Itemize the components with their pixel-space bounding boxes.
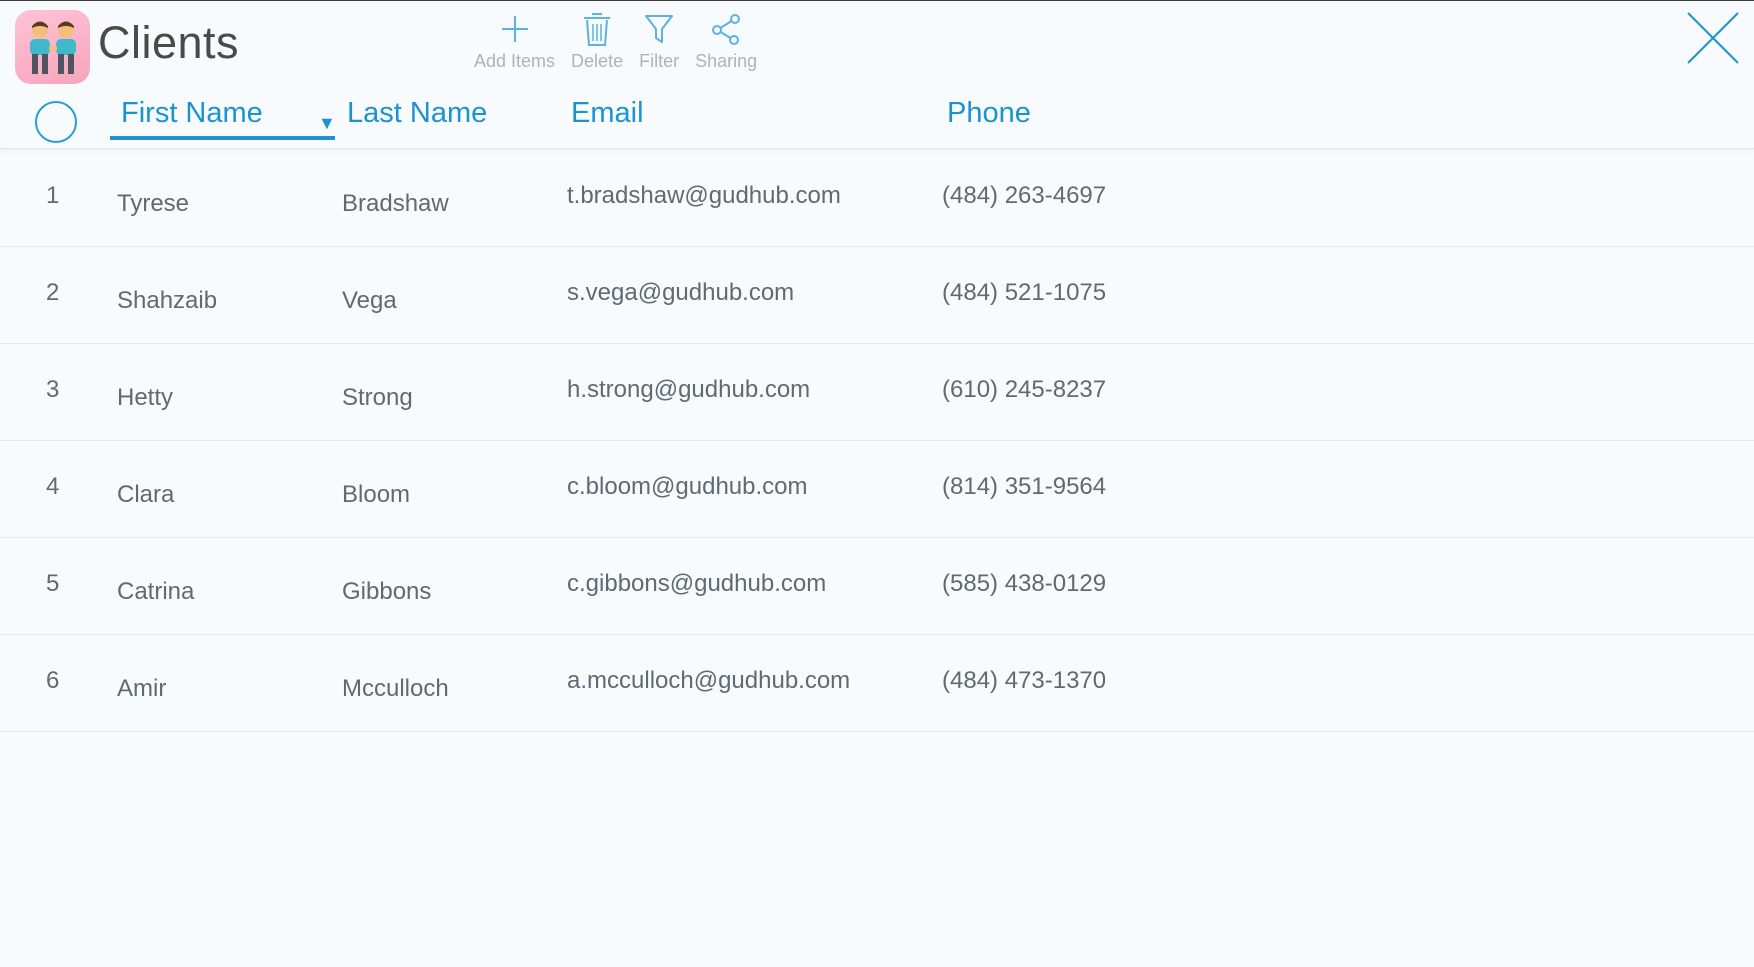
cell-phone[interactable]: (484) 473-1370	[942, 667, 1106, 695]
cell-email[interactable]: t.bradshaw@gudhub.com	[567, 182, 841, 210]
row-number: 5	[46, 570, 60, 597]
sort-desc-icon[interactable]: ▼	[318, 113, 336, 134]
delete-label: Delete	[571, 51, 624, 71]
cell-first-name[interactable]: Amir	[117, 675, 166, 703]
cell-email[interactable]: h.strong@gudhub.com	[567, 376, 810, 404]
share-icon	[710, 9, 742, 49]
column-first-name[interactable]: First Name	[110, 97, 335, 140]
add-items-button[interactable]: Add Items	[474, 9, 555, 73]
cell-phone[interactable]: (484) 263-4697	[942, 182, 1106, 210]
cell-first-name[interactable]: Catrina	[117, 578, 194, 606]
cell-phone[interactable]: (610) 245-8237	[942, 376, 1106, 404]
cell-first-name[interactable]: Tyrese	[117, 190, 189, 218]
cell-email[interactable]: s.vega@gudhub.com	[567, 279, 794, 307]
row-number: 4	[46, 473, 60, 500]
sharing-label: Sharing	[695, 51, 758, 71]
cell-last-name[interactable]: Vega	[342, 287, 397, 315]
toolbar: Add Items Delete Filter Sharing	[474, 9, 773, 73]
close-icon	[1687, 12, 1739, 64]
filter-button[interactable]: Filter	[639, 9, 679, 73]
table-row[interactable]: 5 Catrina Gibbons c.gibbons@gudhub.com (…	[0, 538, 1754, 635]
cell-first-name[interactable]: Hetty	[117, 384, 173, 412]
table-row[interactable]: 3 Hetty Strong h.strong@gudhub.com (610)…	[0, 344, 1754, 441]
row-number: 6	[46, 667, 60, 694]
sharing-button[interactable]: Sharing	[695, 9, 757, 73]
plus-icon	[499, 9, 531, 49]
page-title: Clients	[98, 17, 240, 68]
table-row[interactable]: 1 Tyrese Bradshaw t.bradshaw@gudhub.com …	[0, 150, 1754, 247]
table-row[interactable]: 2 Shahzaib Vega s.vega@gudhub.com (484) …	[0, 247, 1754, 344]
cell-last-name[interactable]: Bloom	[342, 481, 410, 509]
table-row[interactable]: 4 Clara Bloom c.bloom@gudhub.com (814) 3…	[0, 441, 1754, 538]
column-last-name[interactable]: Last Name	[347, 97, 487, 130]
clients-app: Clients Add Items Delete Filter Sharing …	[0, 0, 1754, 967]
cell-email[interactable]: c.bloom@gudhub.com	[567, 473, 808, 501]
table-body: 1 Tyrese Bradshaw t.bradshaw@gudhub.com …	[0, 150, 1754, 732]
filter-icon	[644, 9, 674, 49]
column-phone[interactable]: Phone	[947, 97, 1031, 130]
cell-last-name[interactable]: Strong	[342, 384, 413, 412]
cell-last-name[interactable]: Gibbons	[342, 578, 431, 606]
cell-email[interactable]: c.gibbons@gudhub.com	[567, 570, 826, 598]
row-number: 3	[46, 376, 60, 403]
table-row[interactable]: 6 Amir Mcculloch a.mcculloch@gudhub.com …	[0, 635, 1754, 732]
trash-icon	[582, 9, 612, 49]
row-number: 1	[46, 182, 60, 209]
close-button[interactable]	[1686, 11, 1740, 65]
table-header: First Name ▼ Last Name Email Phone	[0, 91, 1754, 149]
cell-email[interactable]: a.mcculloch@gudhub.com	[567, 667, 850, 695]
cell-first-name[interactable]: Clara	[117, 481, 174, 509]
row-number: 2	[46, 279, 60, 306]
two-people-icon	[15, 10, 90, 84]
delete-button[interactable]: Delete	[571, 9, 623, 73]
filter-label: Filter	[639, 51, 680, 71]
cell-last-name[interactable]: Bradshaw	[342, 190, 449, 218]
column-email[interactable]: Email	[571, 97, 644, 130]
cell-phone[interactable]: (585) 438-0129	[942, 570, 1106, 598]
cell-first-name[interactable]: Shahzaib	[117, 287, 217, 315]
add-items-label: Add Items	[474, 51, 556, 71]
cell-last-name[interactable]: Mcculloch	[342, 675, 449, 703]
cell-phone[interactable]: (814) 351-9564	[942, 473, 1106, 501]
cell-phone[interactable]: (484) 521-1075	[942, 279, 1106, 307]
select-all-checkbox[interactable]	[35, 101, 77, 143]
